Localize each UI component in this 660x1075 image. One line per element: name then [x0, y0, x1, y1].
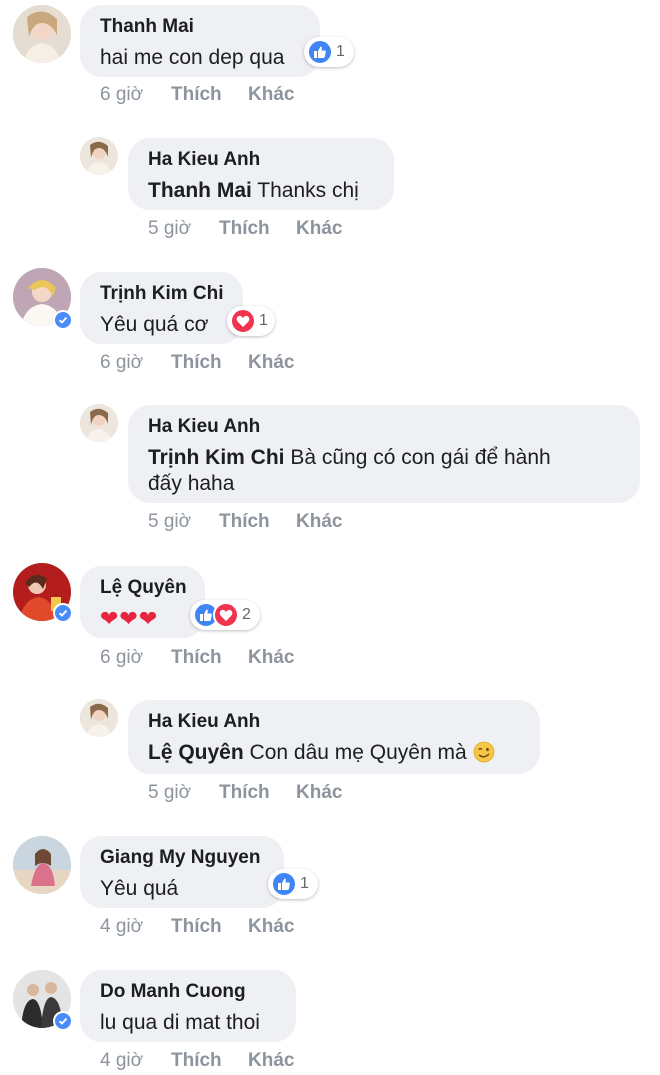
like-button[interactable]: Thích — [171, 916, 248, 938]
more-button[interactable]: Khác — [248, 916, 294, 938]
comment-time: 5 giờ — [148, 511, 192, 532]
reaction-summary[interactable]: 1 — [227, 306, 275, 336]
verified-icon — [53, 310, 73, 330]
like-button[interactable]: Thích — [171, 1050, 248, 1072]
comment-text: hai me con dep qua — [100, 46, 285, 69]
comment-text: Lệ Quyên Con dâu mẹ Quyên mà — [148, 740, 520, 770]
comment-body: Bà cũng có con gái để hành — [284, 446, 551, 469]
comment-actions: 4 giờ Thích Khác — [100, 1050, 294, 1072]
comment-actions: 6 giờ Thích Khác — [100, 647, 294, 669]
comment-author[interactable]: Giang My Nguyen — [100, 846, 264, 870]
comment-text: Yêu quá — [100, 877, 179, 900]
comment-actions: 5 giờ Thích Khác — [148, 782, 342, 804]
more-button[interactable]: Khác — [296, 782, 342, 804]
more-button[interactable]: Khác — [296, 511, 342, 533]
more-button[interactable]: Khác — [296, 218, 342, 240]
comment-body: Thanks chị — [251, 179, 359, 202]
reaction-summary[interactable]: 1 — [268, 869, 318, 899]
reaction-count: 1 — [300, 875, 309, 892]
avatar[interactable] — [80, 137, 118, 175]
comment-actions: 5 giờ Thích Khác — [148, 218, 342, 240]
mention-link[interactable]: Thanh Mai — [148, 179, 252, 202]
comment-bubble: Thanh Mai hai me con dep qua — [80, 5, 320, 77]
comment-actions: 6 giờ Thích Khác — [100, 352, 294, 374]
reaction-count: 1 — [259, 312, 268, 329]
love-icon — [213, 602, 239, 628]
comment-time: 4 giờ — [100, 1050, 144, 1071]
comment-bubble: Trịnh Kim Chi Yêu quá cơ — [80, 272, 243, 344]
reaction-summary[interactable]: 2 — [190, 600, 260, 630]
like-button[interactable]: Thích — [171, 352, 248, 374]
comment-text: Trịnh Kim Chi Bà cũng có con gái để hành — [148, 445, 620, 471]
comment-actions: 4 giờ Thích Khác — [100, 916, 294, 938]
comment-author[interactable]: Thanh Mai — [100, 15, 300, 39]
comment-time: 4 giờ — [100, 916, 144, 937]
more-button[interactable]: Khác — [248, 1050, 294, 1072]
comment-author[interactable]: Ha Kieu Anh — [148, 415, 620, 439]
wink-emoji — [473, 741, 495, 770]
like-button[interactable]: Thích — [171, 647, 248, 669]
comment-text-line-2: đấy haha — [148, 472, 235, 495]
comment-time: 5 giờ — [148, 782, 192, 803]
avatar[interactable] — [80, 404, 118, 442]
mention-link[interactable]: Lệ Quyên — [148, 741, 244, 764]
avatar[interactable] — [13, 5, 71, 63]
reaction-summary[interactable]: 1 — [304, 37, 354, 67]
comment-bubble: Lệ Quyên ❤❤❤ — [80, 566, 205, 638]
comment-time: 5 giờ — [148, 218, 192, 239]
like-button[interactable]: Thích — [219, 511, 296, 533]
avatar[interactable] — [80, 699, 118, 737]
like-button[interactable]: Thích — [219, 218, 296, 240]
reply-bubble: Ha Kieu Anh Thanh Mai Thanks chị — [128, 138, 394, 210]
reply-bubble: Ha Kieu Anh Lệ Quyên Con dâu mẹ Quyên mà — [128, 700, 540, 774]
comment-time: 6 giờ — [100, 647, 144, 668]
comment-actions: 6 giờ Thích Khác — [100, 84, 294, 106]
comment-author[interactable]: Do Manh Cuong — [100, 980, 276, 1004]
comment-text: Yêu quá cơ — [100, 313, 209, 336]
verified-icon — [53, 603, 73, 623]
reaction-count: 2 — [242, 606, 251, 623]
love-icon — [230, 308, 256, 334]
like-button[interactable]: Thích — [219, 782, 296, 804]
like-icon — [271, 871, 297, 897]
comment-text: Thanh Mai Thanks chị — [148, 178, 374, 204]
comment-actions: 5 giờ Thích Khác — [148, 511, 342, 533]
avatar[interactable] — [13, 836, 71, 894]
comment-text: ❤❤❤ — [100, 606, 159, 631]
more-button[interactable]: Khác — [248, 352, 294, 374]
more-button[interactable]: Khác — [248, 84, 294, 106]
comment-author[interactable]: Ha Kieu Anh — [148, 148, 374, 172]
like-icon — [307, 39, 333, 65]
comment-author[interactable]: Trịnh Kim Chi — [100, 282, 224, 306]
like-button[interactable]: Thích — [171, 84, 248, 106]
comment-author[interactable]: Lệ Quyên — [100, 576, 187, 600]
comment-body: Con dâu mẹ Quyên mà — [243, 741, 473, 764]
comment-time: 6 giờ — [100, 84, 144, 105]
verified-icon — [53, 1011, 73, 1031]
comment-author[interactable]: Ha Kieu Anh — [148, 710, 520, 734]
comment-time: 6 giờ — [100, 352, 144, 373]
reaction-count: 1 — [336, 43, 345, 60]
mention-link[interactable]: Trịnh Kim Chi — [148, 446, 285, 469]
comment-text: lu qua di mat thoi — [100, 1011, 260, 1034]
comment-bubble: Do Manh Cuong lu qua di mat thoi — [80, 970, 296, 1042]
reply-bubble: Ha Kieu Anh Trịnh Kim Chi Bà cũng có con… — [128, 405, 640, 503]
comment-bubble: Giang My Nguyen Yêu quá — [80, 836, 284, 908]
more-button[interactable]: Khác — [248, 647, 294, 669]
